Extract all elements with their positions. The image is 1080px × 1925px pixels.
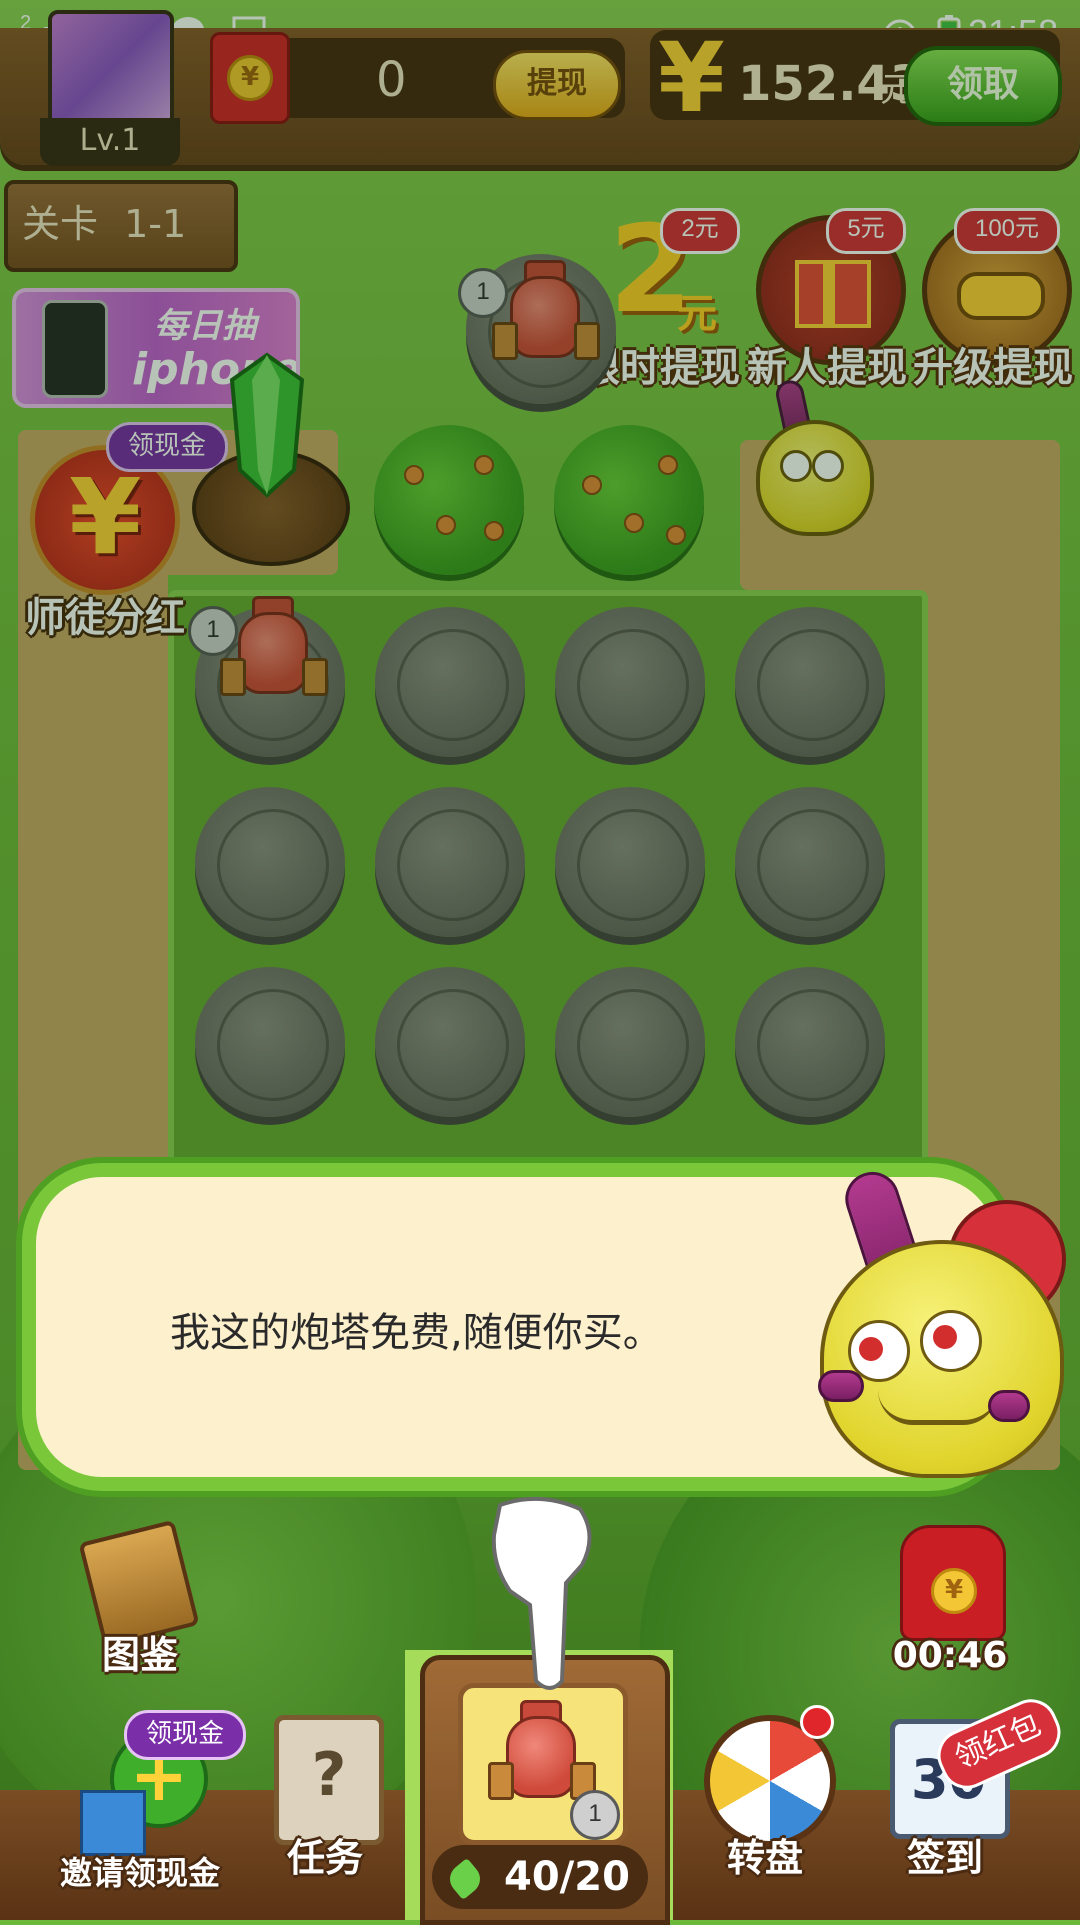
illustrated-book-label: 图鉴: [101, 1633, 178, 1677]
lucky-wheel-button[interactable]: 转盘: [690, 1705, 840, 1895]
wheel-notification-dot: [800, 1705, 834, 1739]
energy-value: 40/20: [504, 1854, 630, 1900]
invite-tag: 领现金: [124, 1710, 246, 1760]
energy-counter: 40/20: [432, 1845, 648, 1909]
monster-guide-character: [808, 1160, 1068, 1490]
pointing-hand-icon: [491, 1496, 592, 1690]
monster-eye-right: [920, 1310, 982, 1372]
invite-label: 邀请领现金: [59, 1854, 220, 1892]
dialog-text: 我这的炮塔免费,随便你买。: [170, 1310, 663, 1356]
red-packet-timer: 00:46: [892, 1635, 1008, 1676]
checkin-label: 签到: [906, 1836, 983, 1880]
tasks-label: 任务: [286, 1836, 363, 1880]
energy-icon: [443, 1857, 487, 1901]
red-packet-icon: ¥: [900, 1525, 1006, 1641]
monster-mouth: [878, 1390, 998, 1425]
illustrated-book-button[interactable]: 图鉴: [70, 1519, 210, 1677]
vase-turret-icon[interactable]: [488, 1700, 596, 1800]
red-packet-timer-button[interactable]: ¥ 00:46: [880, 1525, 1020, 1676]
buy-turret-level: 1: [570, 1790, 620, 1840]
clipboard-icon: ?: [274, 1715, 384, 1845]
tasks-button[interactable]: ? 任务: [250, 1705, 400, 1895]
wheel-label: 转盘: [726, 1836, 803, 1880]
